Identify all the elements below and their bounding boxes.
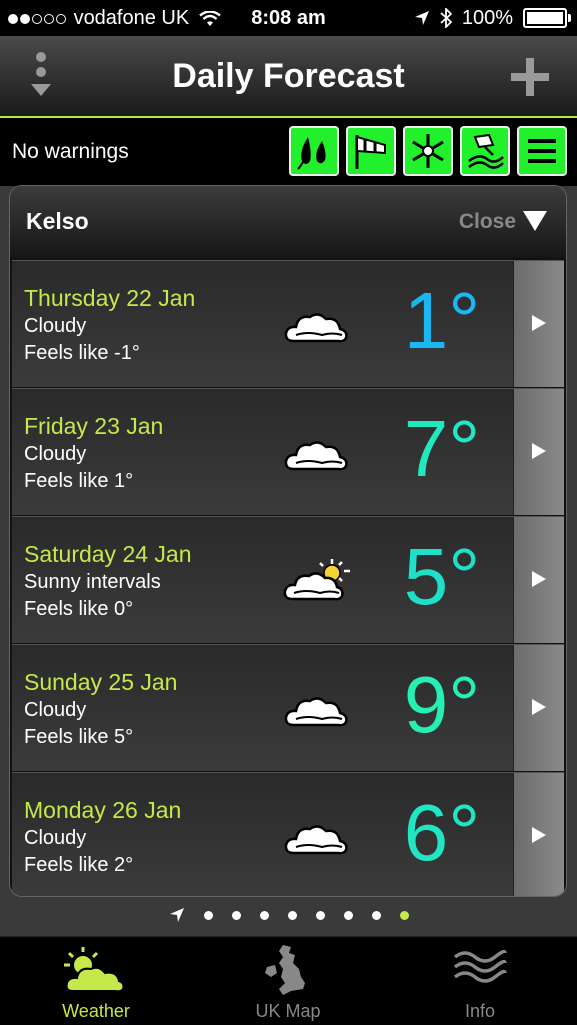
menu-icon <box>528 139 556 163</box>
forecast-condition: Cloudy <box>24 443 87 465</box>
wind-icon <box>355 135 386 169</box>
snow-icon <box>412 134 444 168</box>
forecast-feels-like: Feels like -1° <box>24 342 140 364</box>
collapse-triangle-icon[interactable] <box>522 210 548 232</box>
tab-info[interactable]: Info <box>384 937 576 1025</box>
forecast-row[interactable]: Monday 26 Jan Cloudy Feels like 2° 6° <box>12 772 564 896</box>
cloud-icon <box>284 441 348 471</box>
warnings-text: No warnings <box>12 140 129 163</box>
page-dot[interactable] <box>259 910 269 920</box>
tab-weather[interactable]: Weather <box>0 937 192 1025</box>
row-detail-button[interactable] <box>513 645 564 771</box>
play-arrow-icon <box>532 443 546 459</box>
battery-percent: 100% <box>461 7 513 29</box>
weather-icon <box>282 685 352 733</box>
row-detail-button[interactable] <box>513 389 564 515</box>
weather-tab-icon <box>64 947 125 993</box>
tab-bar: Weather UK Map Info <box>0 936 577 1025</box>
rain-warning-button[interactable] <box>289 126 339 176</box>
weather-icon <box>282 557 352 605</box>
info-waves-icon <box>453 949 507 983</box>
forecast-condition: Sunny intervals <box>24 571 161 593</box>
location-arrow-icon <box>169 908 184 922</box>
row-detail-button[interactable] <box>513 261 564 387</box>
page-dot[interactable] <box>399 910 409 920</box>
forecast-panel: Kelso Close Thursday 22 Jan Cloudy Feels l… <box>10 186 566 896</box>
all-warnings-button[interactable] <box>517 126 567 176</box>
location-arrow-icon <box>414 11 429 25</box>
battery-icon <box>523 8 571 28</box>
snow-warning-button[interactable] <box>403 126 453 176</box>
forecast-temperature: 6° <box>403 788 481 877</box>
cloud-icon <box>284 697 348 727</box>
tab-label: UK Map <box>255 1001 321 1021</box>
row-detail-button[interactable] <box>513 517 564 643</box>
forecast-temperature: 7° <box>403 404 481 493</box>
status-bar: vodafone UK 8:08 am 100% <box>0 0 577 36</box>
page-dot[interactable] <box>371 910 381 920</box>
forecast-condition: Cloudy <box>24 827 87 849</box>
weather-icon <box>282 429 352 477</box>
row-detail-button[interactable] <box>513 773 564 896</box>
forecast-temperature: 9° <box>403 660 481 749</box>
forecast-temperature: 5° <box>403 532 481 621</box>
close-button[interactable]: Close <box>459 210 516 234</box>
play-arrow-icon <box>532 315 546 331</box>
page-dot[interactable] <box>287 910 297 920</box>
page-dot[interactable] <box>203 910 213 920</box>
forecast-day: Friday 23 Jan <box>24 413 164 439</box>
forecast-day: Thursday 22 Jan <box>24 285 196 311</box>
ice-icon <box>468 133 504 169</box>
tab-label: Weather <box>62 1001 130 1021</box>
ice-warning-button[interactable] <box>460 126 510 176</box>
forecast-temperature: 1° <box>403 276 481 365</box>
panel-header: Kelso Close <box>10 186 566 258</box>
forecast-condition: Cloudy <box>24 699 87 721</box>
uk-map-icon <box>265 945 305 995</box>
page-indicator <box>0 900 577 930</box>
cloud-icon <box>284 825 348 855</box>
status-right: 100% <box>414 0 571 36</box>
forecast-feels-like: Feels like 5° <box>24 726 134 748</box>
forecast-row[interactable]: Friday 23 Jan Cloudy Feels like 1° 7° <box>12 388 564 515</box>
forecast-row[interactable]: Saturday 24 Jan Sunny intervals Feels like… <box>12 516 564 643</box>
bluetooth-icon <box>440 8 452 28</box>
nav-bar: Daily Forecast <box>0 36 577 118</box>
play-arrow-icon <box>532 699 546 715</box>
sunny-intervals-icon <box>283 559 350 601</box>
page-title: Daily Forecast <box>172 57 405 95</box>
rain-icon <box>297 137 326 170</box>
page-dot[interactable] <box>315 910 325 920</box>
weather-icon <box>282 301 352 349</box>
add-icon[interactable] <box>511 58 549 96</box>
page-dot[interactable] <box>343 910 353 920</box>
forecast-row[interactable]: Thursday 22 Jan Cloudy Feels like -1° 1° <box>12 260 564 387</box>
forecast-row[interactable]: Sunday 25 Jan Cloudy Feels like 5° 9° <box>12 644 564 771</box>
forecast-feels-like: Feels like 1° <box>24 470 134 492</box>
forecast-feels-like: Feels like 2° <box>24 854 134 876</box>
forecast-condition: Cloudy <box>24 315 87 337</box>
page-dot[interactable] <box>231 910 241 920</box>
tab-label: Info <box>464 1001 496 1021</box>
warning-filter-buttons <box>289 126 567 176</box>
forecast-day: Sunday 25 Jan <box>24 669 178 695</box>
location-name: Kelso <box>26 208 89 234</box>
warnings-bar: No warnings <box>0 118 577 186</box>
tab-uk-map[interactable]: UK Map <box>192 937 384 1025</box>
forecast-day: Monday 26 Jan <box>24 797 182 823</box>
forecast-feels-like: Feels like 0° <box>24 598 134 620</box>
forecast-day: Saturday 24 Jan <box>24 541 192 567</box>
play-arrow-icon <box>532 571 546 587</box>
weather-icon <box>282 813 352 861</box>
cloud-icon <box>284 313 348 343</box>
wind-warning-button[interactable] <box>346 126 396 176</box>
play-arrow-icon <box>532 827 546 843</box>
